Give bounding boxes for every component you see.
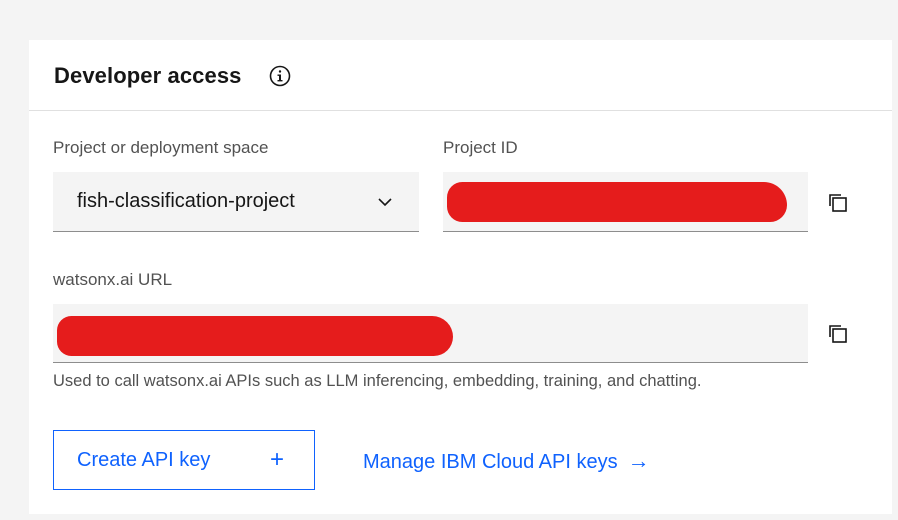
url-helper-text: Used to call watsonx.ai APIs such as LLM… xyxy=(53,372,702,390)
card-title: Developer access xyxy=(54,63,242,88)
project-id-field[interactable] xyxy=(443,172,808,232)
project-space-value: fish-classification-project xyxy=(77,190,295,212)
project-id-redaction xyxy=(447,182,787,222)
manage-api-keys-link[interactable]: Manage IBM Cloud API keys → xyxy=(363,448,650,474)
chevron-down-icon xyxy=(378,198,392,207)
copy-project-id-icon[interactable] xyxy=(827,192,849,214)
project-space-select[interactable]: fish-classification-project xyxy=(53,172,419,232)
create-api-key-label: Create API key xyxy=(77,449,211,471)
create-api-key-button[interactable]: Create API key + xyxy=(53,430,315,490)
developer-access-card: Developer access Project or deployment s… xyxy=(29,40,892,514)
copy-url-icon[interactable] xyxy=(827,323,849,345)
manage-api-keys-label: Manage IBM Cloud API keys xyxy=(363,451,618,473)
info-icon[interactable] xyxy=(269,65,291,87)
url-field[interactable] xyxy=(53,304,808,363)
arrow-right-icon: → xyxy=(627,448,650,473)
plus-icon: + xyxy=(270,446,285,473)
url-redaction xyxy=(57,316,453,356)
project-space-label: Project or deployment space xyxy=(53,138,269,157)
card-header: Developer access xyxy=(29,40,892,111)
url-label: watsonx.ai URL xyxy=(53,270,173,289)
project-id-label: Project ID xyxy=(443,138,518,157)
